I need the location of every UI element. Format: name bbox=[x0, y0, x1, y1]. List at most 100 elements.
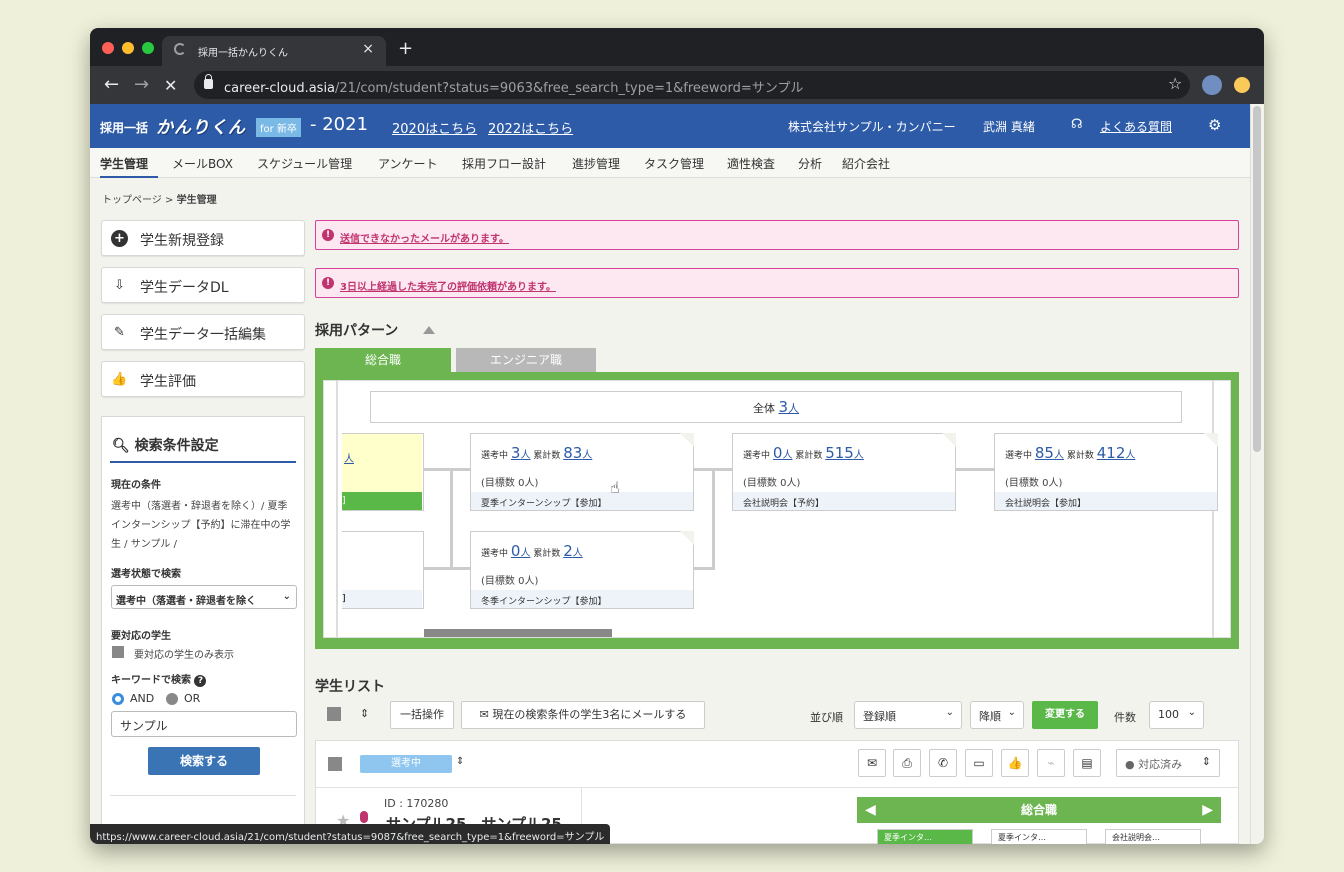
alert-unsent-mail-text[interactable]: 送信できなかったメールがあります。 bbox=[340, 230, 509, 245]
selecting-label: 選考中 bbox=[481, 549, 509, 559]
response-status-select[interactable]: ● 対応済み ⇕ bbox=[1116, 749, 1220, 777]
status-pill[interactable]: 選考中 bbox=[360, 755, 452, 773]
broadcast-icon[interactable]: ⌁ bbox=[1037, 749, 1065, 777]
bulk-edit-button[interactable]: ✎ 学生データ一括編集 bbox=[101, 314, 305, 350]
stop-button[interactable]: ✕ bbox=[164, 76, 177, 95]
report-icon[interactable]: ▤ bbox=[1073, 749, 1101, 777]
sort-arrows-icon[interactable]: ⇕ bbox=[360, 707, 369, 720]
tab-close-icon[interactable]: × bbox=[362, 41, 374, 57]
menu-flow-design[interactable]: 採用フロー設計 bbox=[462, 155, 546, 172]
extension-icon[interactable] bbox=[1234, 77, 1250, 93]
flow-card-partial-2[interactable]: ] bbox=[342, 531, 424, 609]
selecting-count[interactable]: 3 bbox=[511, 444, 521, 462]
thumbs-up-icon[interactable]: 👍 bbox=[1001, 749, 1029, 777]
forward-button[interactable]: → bbox=[134, 74, 149, 95]
menu-mailbox[interactable]: メールBOX bbox=[172, 155, 233, 172]
menu-agency[interactable]: 紹介会社 bbox=[842, 155, 890, 172]
logo-badge: for 新卒 bbox=[256, 118, 301, 137]
mini-stage-chip[interactable]: 夏季インタ… bbox=[877, 829, 973, 844]
flow-card[interactable]: 選考中 0人 累計数 2人 (目標数 0人) 冬季インターンシップ【参加】 bbox=[470, 531, 694, 609]
download-student-data-button[interactable]: ⇩ 学生データDL bbox=[101, 267, 305, 303]
count-select[interactable]: 100 ⌄ bbox=[1149, 701, 1204, 729]
back-button[interactable]: ← bbox=[104, 74, 119, 95]
tab-sougoushoku[interactable]: 総合職 bbox=[315, 348, 451, 372]
order-select[interactable]: 降順 ⌄ bbox=[970, 701, 1024, 729]
zoom-window-dot[interactable] bbox=[142, 42, 154, 54]
page-scrollbar-thumb[interactable] bbox=[1253, 106, 1261, 452]
cumulative-count[interactable]: 2 bbox=[563, 542, 573, 560]
tab-engineer[interactable]: エンジニア職 bbox=[456, 348, 596, 372]
address-bar[interactable]: career-cloud.asia/21/com/student?status=… bbox=[194, 71, 1190, 99]
connector-line bbox=[694, 567, 715, 570]
flow-card-partial[interactable]: 人 ] bbox=[342, 433, 424, 511]
breadcrumb-home[interactable]: トップページ bbox=[102, 195, 162, 206]
document-search-icon[interactable]: ⎙ bbox=[893, 749, 921, 777]
link-2020[interactable]: 2020はこちら bbox=[392, 118, 477, 137]
caret-right-icon[interactable]: ▶ bbox=[1202, 797, 1213, 823]
alert-unsent-mail[interactable]: ! 送信できなかったメールがあります。 bbox=[315, 220, 1239, 250]
sort-select[interactable]: 登録順 ⌄ bbox=[854, 701, 962, 729]
tab-title: 採用一括かんりくん bbox=[198, 48, 288, 59]
caret-left-icon[interactable]: ◀ bbox=[865, 797, 876, 823]
flow-horizontal-scrollbar[interactable] bbox=[424, 629, 612, 637]
cumulative-count[interactable]: 83 bbox=[563, 444, 582, 462]
browser-tab[interactable]: 採用一括かんりくん × bbox=[162, 36, 386, 66]
cumulative-count[interactable]: 515 bbox=[825, 444, 854, 462]
mini-stage-chip[interactable]: 会社説明会… bbox=[1105, 829, 1201, 844]
minimize-window-dot[interactable] bbox=[122, 42, 134, 54]
flow-card[interactable]: 選考中 85人 累計数 412人 (目標数 0人) 会社説明会【参加】 bbox=[994, 433, 1218, 511]
selecting-count[interactable]: 0 bbox=[511, 542, 521, 560]
menu-schedule[interactable]: スケジュール管理 bbox=[257, 155, 352, 172]
search-button[interactable]: 検索する bbox=[148, 747, 260, 775]
gear-icon[interactable]: ⚙ bbox=[1208, 116, 1221, 134]
selecting-count[interactable]: 85 bbox=[1035, 444, 1054, 462]
pin-icon[interactable] bbox=[360, 811, 368, 823]
student-evaluation-button[interactable]: 👍 学生評価 bbox=[101, 361, 305, 397]
menu-survey[interactable]: アンケート bbox=[378, 155, 438, 172]
selecting-count[interactable]: 0 bbox=[773, 444, 783, 462]
profile-avatar[interactable] bbox=[1202, 75, 1222, 95]
collapse-triangle-icon[interactable] bbox=[423, 326, 435, 334]
bulk-action-button[interactable]: 一括操作 bbox=[390, 701, 454, 729]
status-sort-icon[interactable]: ⇕ bbox=[456, 756, 464, 767]
status-select[interactable]: 選考中（落選者・辞退者を除く ⌄ bbox=[111, 585, 297, 609]
attention-checkbox[interactable] bbox=[112, 646, 124, 658]
flow-card[interactable]: 選考中 3人 累計数 83人 (目標数 0人) 夏季インターンシップ【参加】 bbox=[470, 433, 694, 511]
apply-sort-button[interactable]: 変更する bbox=[1032, 701, 1098, 729]
register-student-button[interactable]: + 学生新規登録 bbox=[101, 220, 305, 256]
app-logo[interactable]: かんりくん bbox=[156, 113, 246, 138]
bookmark-star-icon[interactable]: ☆ bbox=[1168, 74, 1182, 93]
cumulative-count[interactable]: 412 bbox=[1097, 444, 1126, 462]
faq-link[interactable]: よくある質問 bbox=[1100, 118, 1172, 135]
user-name[interactable]: 武淵 真緒 bbox=[983, 118, 1035, 135]
card-icon[interactable]: ▭ bbox=[965, 749, 993, 777]
select-all-checkbox[interactable] bbox=[327, 707, 341, 721]
total-count[interactable]: 3 bbox=[778, 398, 788, 416]
menu-task[interactable]: タスク管理 bbox=[644, 155, 704, 172]
keyword-input[interactable]: サンプル bbox=[111, 711, 297, 737]
mail-action-icon[interactable]: ✉ bbox=[858, 749, 886, 777]
and-radio[interactable] bbox=[112, 693, 124, 705]
menu-analysis[interactable]: 分析 bbox=[798, 155, 822, 172]
help-icon[interactable]: ? bbox=[194, 675, 207, 687]
or-radio[interactable] bbox=[166, 693, 178, 705]
flow-scroll-left[interactable] bbox=[336, 381, 338, 637]
mail-current-students-button[interactable]: ✉ 現在の検索条件の学生3名にメールする bbox=[461, 701, 705, 729]
menu-student[interactable]: 学生管理 bbox=[100, 155, 148, 172]
selecting-label: 選考中 bbox=[481, 451, 509, 461]
headset-icon[interactable]: ☊ bbox=[1071, 117, 1083, 132]
menu-aptitude[interactable]: 適性検査 bbox=[727, 155, 775, 172]
mini-stage-chip[interactable]: 夏季インタ… bbox=[991, 829, 1087, 844]
link-2022[interactable]: 2022はこちら bbox=[488, 118, 573, 137]
total-unit: 人 bbox=[788, 402, 800, 415]
menu-progress[interactable]: 進捗管理 bbox=[572, 155, 620, 172]
plus-circle-icon: + bbox=[111, 230, 128, 247]
row-select-all-checkbox[interactable] bbox=[328, 757, 342, 771]
cumulative-label: 累計数 bbox=[795, 451, 823, 461]
close-window-dot[interactable] bbox=[102, 42, 114, 54]
new-tab-button[interactable]: + bbox=[398, 38, 413, 59]
alert-pending-evaluation[interactable]: ! 3日以上経過した未完了の評価依頼があります。 bbox=[315, 268, 1239, 298]
alert-pending-evaluation-text[interactable]: 3日以上経過した未完了の評価依頼があります。 bbox=[340, 278, 556, 293]
flow-card[interactable]: 選考中 0人 累計数 515人 (目標数 0人) 会社説明会【予約】 bbox=[732, 433, 956, 511]
phone-icon[interactable]: ✆ bbox=[929, 749, 957, 777]
